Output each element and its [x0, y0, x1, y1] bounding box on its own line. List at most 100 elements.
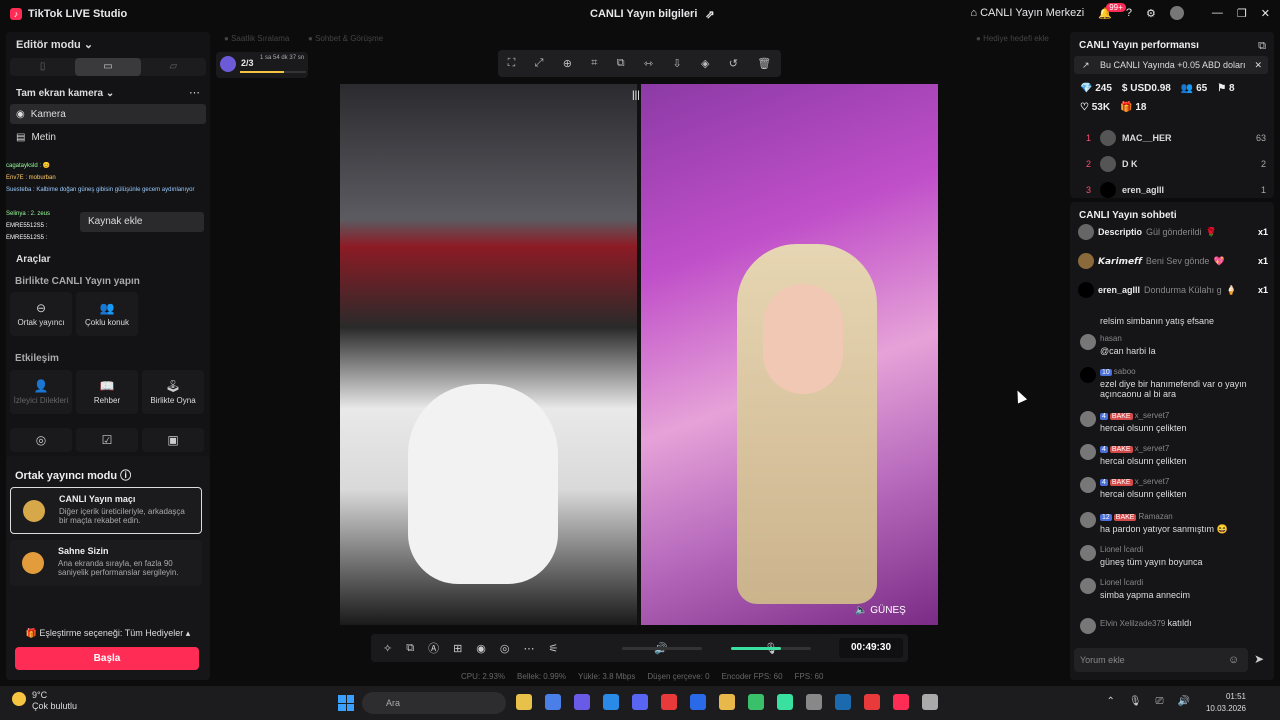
ai-icon[interactable]: Ⓐ: [428, 640, 439, 656]
chat-meeting[interactable]: ● Sohbet & Görüşme: [308, 34, 383, 43]
maximize-icon[interactable]: ❐: [1237, 7, 1247, 20]
notification-icon[interactable]: 🔔 99+: [1098, 2, 1126, 20]
edge-icon[interactable]: [603, 694, 619, 710]
discord-icon[interactable]: [632, 694, 648, 710]
steam-icon[interactable]: [835, 694, 851, 710]
cohost-button[interactable]: ⊖ Ortak yayıncı: [10, 292, 72, 336]
youtube-icon[interactable]: [864, 694, 880, 710]
popout-icon[interactable]: ⧉: [1258, 40, 1266, 53]
editor-mode-dropdown[interactable]: Editör modu ⌄: [16, 38, 93, 51]
portrait-mode-tab[interactable]: ▯: [10, 58, 75, 76]
play-together-button[interactable]: 🕹 Birlikte Oyna: [142, 370, 204, 414]
help-icon[interactable]: ⓘ: [120, 470, 131, 482]
tiktok-icon[interactable]: [893, 694, 909, 710]
ranking-row[interactable]: 3 eren_aglll 1: [1086, 182, 1266, 198]
opera-icon[interactable]: [661, 694, 677, 710]
other-mode-tab[interactable]: ▱: [141, 58, 206, 76]
live-info-button[interactable]: CANLI Yayın bilgileri ⇗: [590, 8, 715, 21]
windows-start-icon[interactable]: [338, 695, 354, 711]
level-badge: 4: [1100, 413, 1108, 420]
record-icon[interactable]: ◉: [476, 642, 486, 655]
message-user: Ramazan: [1138, 512, 1173, 521]
avatar: [1100, 130, 1116, 146]
avatar: [1080, 578, 1096, 594]
calculator-icon[interactable]: [922, 694, 938, 710]
delete-icon[interactable]: 🗑: [757, 57, 771, 70]
box-button[interactable]: ▣: [142, 428, 204, 452]
stream-preview[interactable]: ||| 🔈 GÜNEŞ: [340, 84, 938, 625]
chat-panel: [1070, 202, 1274, 680]
rotate-icon[interactable]: ↺: [729, 57, 738, 70]
add-media-icon[interactable]: ⊞: [453, 642, 462, 655]
taskbar-search[interactable]: Ara: [362, 692, 506, 714]
tiktok-studio-icon[interactable]: [777, 694, 793, 710]
app-icon[interactable]: [806, 694, 822, 710]
ranking-row[interactable]: 1 MAC__HER 63: [1086, 130, 1266, 146]
hourly-ranking[interactable]: ● Saatlik Sıralama: [224, 34, 289, 43]
source-item-camera[interactable]: ◉ Kamera: [10, 104, 206, 124]
fit-icon[interactable]: ⛶: [508, 57, 516, 70]
diamond-icon: 💎: [1080, 83, 1093, 94]
folder-icon[interactable]: [719, 694, 735, 710]
live-match-card[interactable]: CANLI Yayın maçı Diğer içerik üreticiler…: [10, 487, 202, 534]
settings-gear-icon[interactable]: ⚙: [1146, 7, 1156, 20]
help-icon[interactable]: ?: [1126, 7, 1132, 19]
crop-icon[interactable]: ⌗: [591, 57, 597, 70]
btn-label: Rehber: [93, 396, 121, 405]
copy-icon[interactable]: ⧉: [617, 57, 625, 70]
capture-icon[interactable]: ◎: [500, 642, 510, 655]
cohost-mode-heading-text: Ortak yayıncı modu: [15, 470, 118, 482]
magic-wand-icon[interactable]: ✧: [383, 642, 392, 655]
mixer-icon[interactable]: ⚟: [549, 642, 559, 655]
network-icon[interactable]: ⎚: [1156, 696, 1164, 707]
store-icon[interactable]: [545, 694, 561, 710]
message-user: x_servet7: [1134, 444, 1170, 453]
more-options-icon[interactable]: ⋯: [189, 86, 200, 99]
center-icon[interactable]: ⊕: [563, 57, 572, 70]
guide-button[interactable]: 📖 Rehber: [76, 370, 138, 414]
scene-dropdown[interactable]: Tam ekran kamera ⌄: [16, 88, 114, 99]
live-center-button[interactable]: ⌂ CANLI Yayın Merkezi: [970, 7, 1084, 19]
skull-mask: [408, 384, 558, 584]
minimize-icon[interactable]: —: [1212, 7, 1223, 19]
comment-input[interactable]: Yorum ekle: [1074, 648, 1248, 672]
target-button[interactable]: ◎: [10, 428, 72, 452]
avatar[interactable]: [1169, 6, 1184, 20]
close-icon[interactable]: ✕: [1261, 7, 1270, 20]
viewer-wishes-button[interactable]: 👤 İzleyici Dilekleri: [10, 370, 72, 414]
send-icon[interactable]: ➤: [1254, 652, 1264, 666]
source-item-text[interactable]: ▤ Metin: [10, 127, 206, 147]
close-icon[interactable]: ✕: [1254, 56, 1262, 74]
mic-tray-icon[interactable]: 🎙: [1129, 696, 1142, 707]
teams-icon[interactable]: [574, 694, 590, 710]
chrome2-icon[interactable]: [748, 694, 764, 710]
expand-icon[interactable]: ⤢: [535, 57, 544, 70]
more-icon[interactable]: ⋯: [524, 642, 535, 655]
layers-icon[interactable]: ◈: [701, 57, 709, 70]
ranking-row[interactable]: 2 D K 2: [1086, 156, 1266, 172]
fan-badge: BAKE: [1109, 446, 1133, 453]
effects-icon[interactable]: ⧉: [406, 642, 414, 655]
windows-taskbar: 9°C Çok bulutlu Ara ⌃ 🎙 ⎚ 🔊 01:51 10.03.…: [0, 686, 1280, 720]
app-title: TikTok LIVE Studio: [28, 8, 128, 20]
clock[interactable]: 01:51 10.03.2026: [1206, 691, 1246, 715]
volume-icon[interactable]: 🔊: [1178, 696, 1190, 707]
start-button[interactable]: Başla: [15, 647, 199, 670]
mail-icon[interactable]: [690, 694, 706, 710]
move-down-icon[interactable]: ⇩: [672, 57, 681, 70]
stage-card[interactable]: Sahne Sizin Ana ekranda sırayla, en fazl…: [10, 540, 202, 586]
multi-guest-button[interactable]: 👥 Çoklu konuk: [76, 292, 138, 336]
rank-name: D K: [1122, 159, 1138, 169]
rank-number: 1: [1086, 133, 1092, 143]
speaker-volume-slider[interactable]: [622, 647, 702, 650]
weather-widget[interactable]: 9°C Çok bulutlu: [12, 690, 77, 712]
gift-user: 𝙆𝙖𝙧𝙞𝙢𝙚𝙛𝙛: [1098, 255, 1142, 266]
chrome-icon[interactable]: [516, 694, 532, 710]
landscape-mode-tab[interactable]: ▭: [75, 58, 141, 76]
emoji-icon[interactable]: ☺: [1228, 654, 1239, 666]
gift-goal[interactable]: ● Hediye hedefi ekle: [976, 34, 1049, 43]
checklist-button[interactable]: ☑: [76, 428, 138, 452]
gift-option-dropdown[interactable]: 🎁 Eşleştirme seçeneği: Tüm Hediyeler ▴: [6, 628, 210, 639]
flip-icon[interactable]: ⇿: [644, 57, 653, 70]
tray-chevron-icon[interactable]: ⌃: [1106, 696, 1114, 707]
